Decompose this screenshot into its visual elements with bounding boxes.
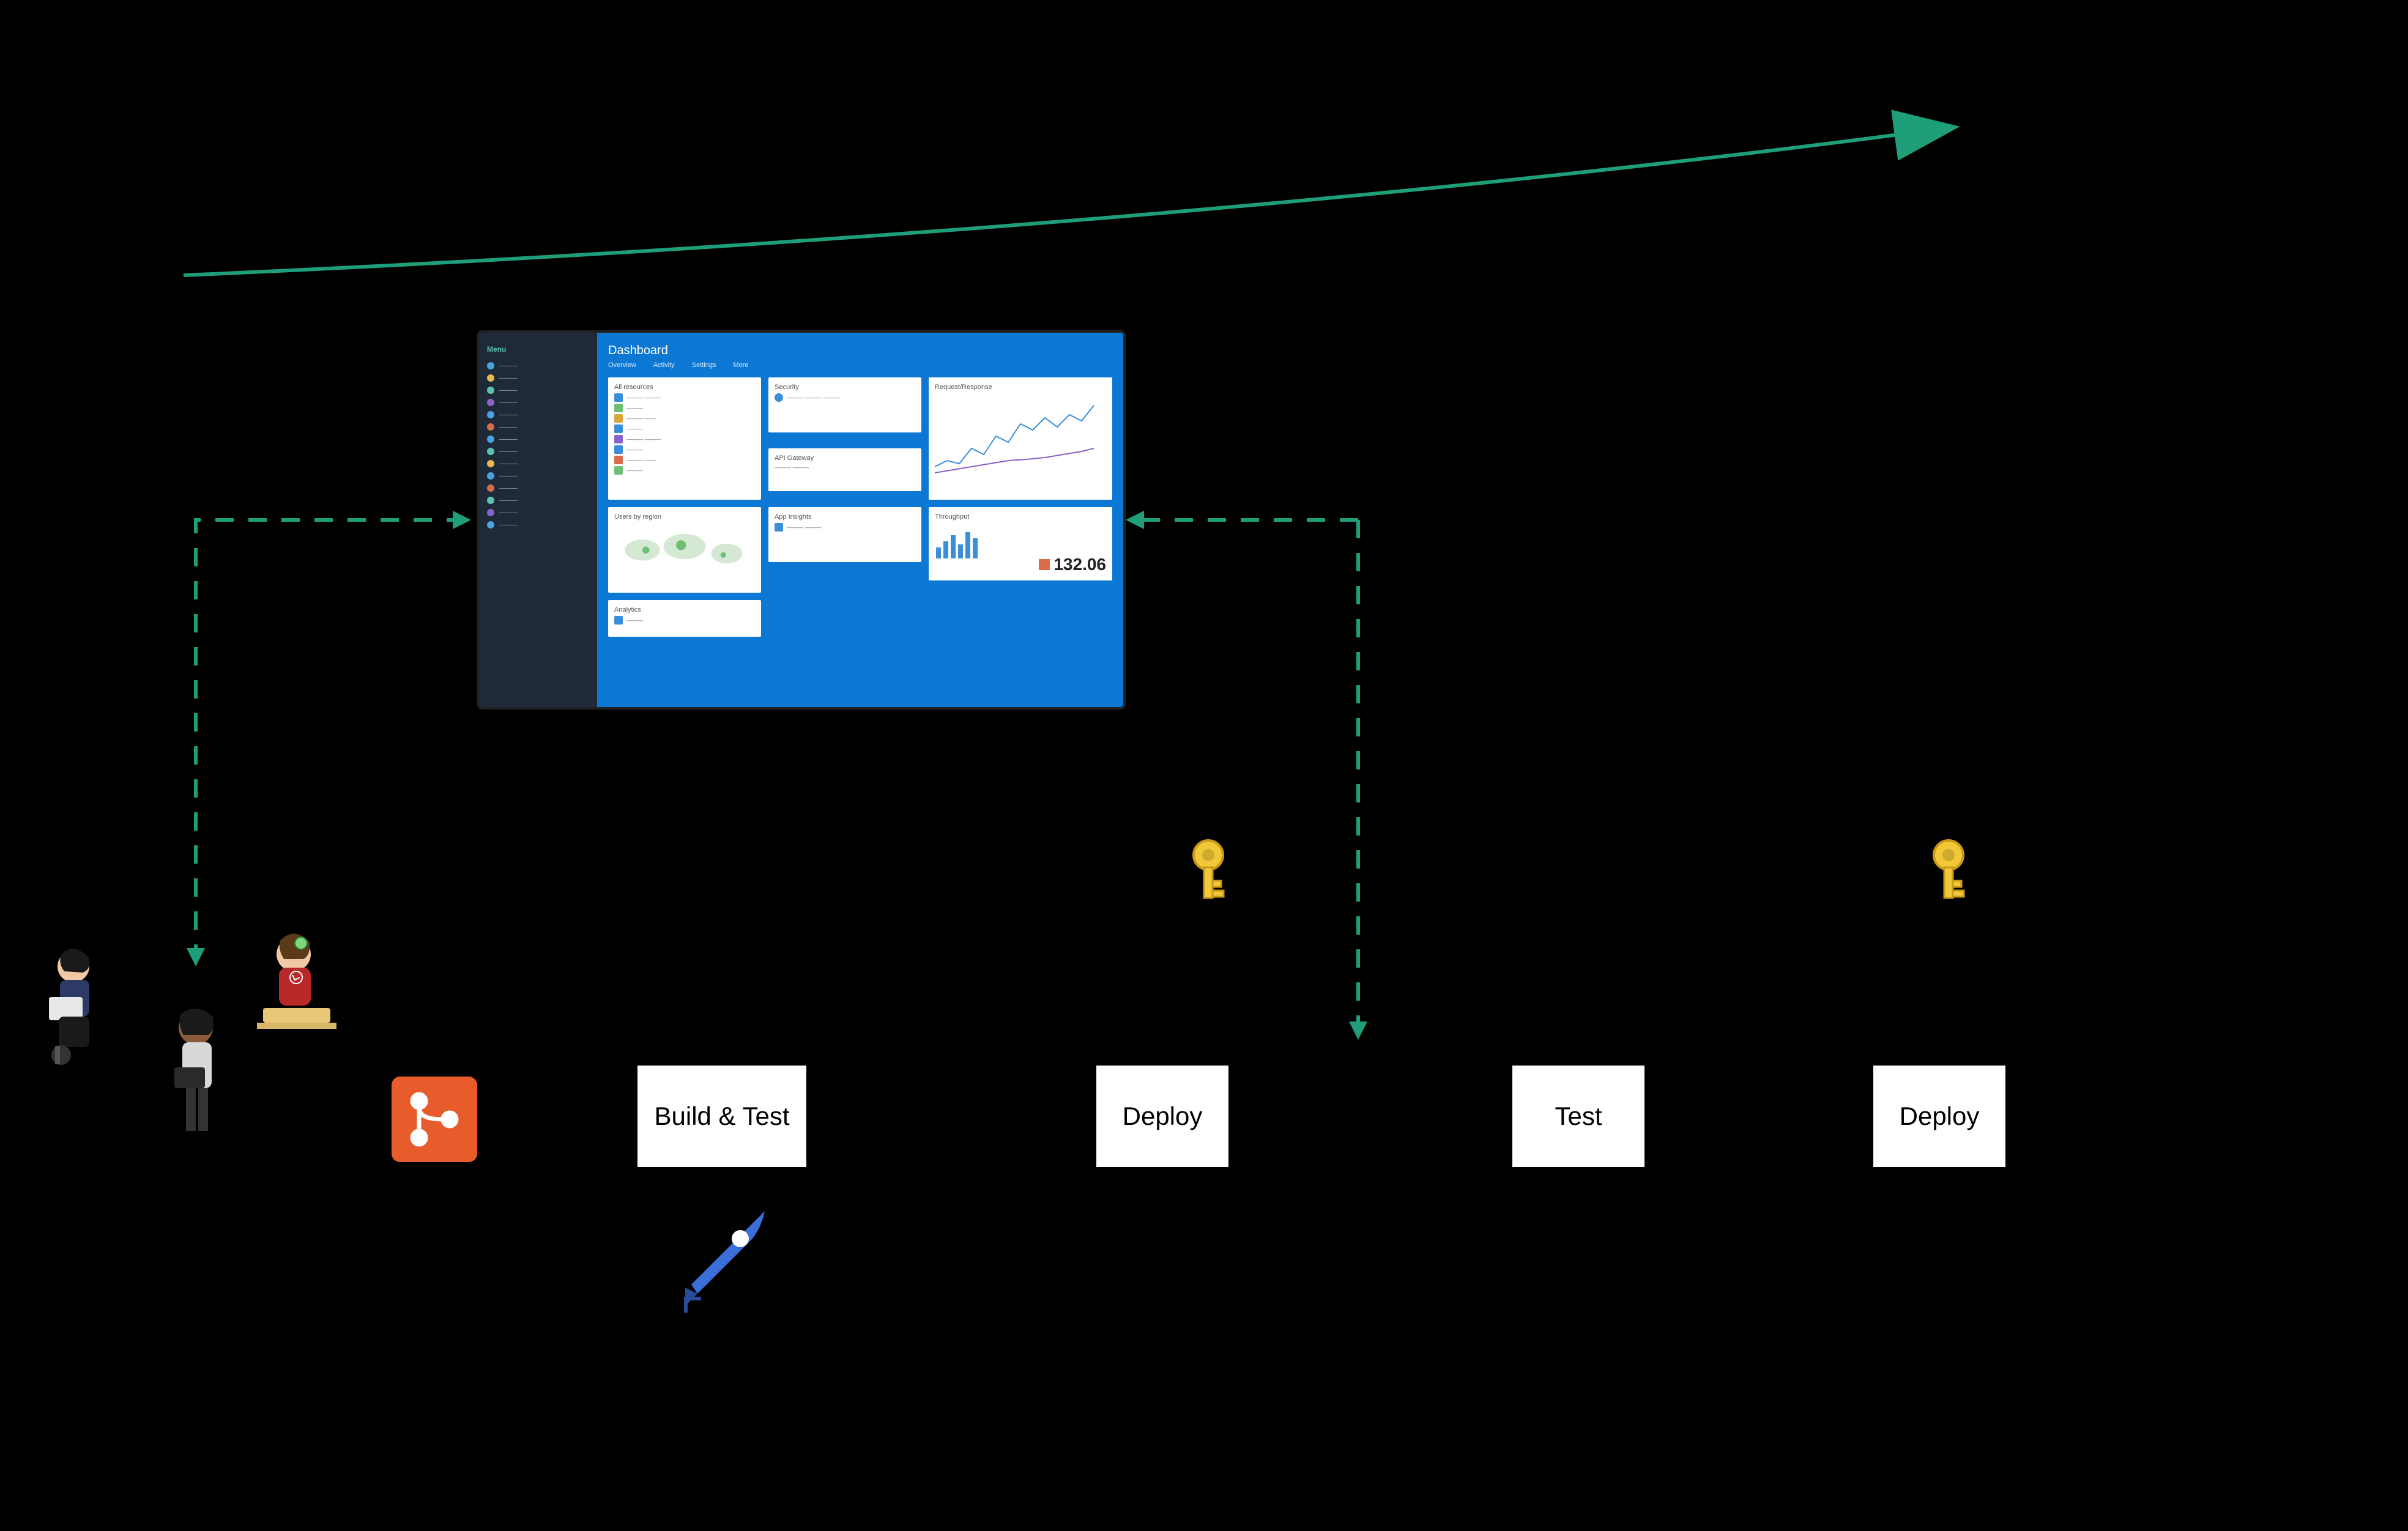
dashboard-sidebar: Menu ——— ——— ——— ——— ——— ——— ——— ——— ———… [480, 333, 597, 707]
azure-pipelines-icon [673, 1205, 771, 1315]
tile-appinsights: App Insights ——— ——— [768, 507, 921, 562]
tile-metric: Throughput 132.06 [929, 507, 1112, 580]
tile-title: Users by region [614, 513, 755, 521]
dashboard-tab: More [733, 361, 748, 369]
tile-title: API Gateway [775, 454, 915, 462]
dashboard-tab: Activity [653, 361, 675, 369]
dashboard-tabs: Overview Activity Settings More [608, 361, 1112, 369]
tile-security: Security ——— ——— ——— [768, 377, 921, 432]
dashboard-tab: Overview [608, 361, 636, 369]
tile-title: Request/Response [935, 384, 1106, 391]
stage-label: Deploy [1900, 1102, 1980, 1131]
tile-resources: All resources ——— ——— ——— ——— —— ——— ———… [608, 377, 761, 500]
tile-title: All resources [614, 384, 755, 391]
stage-label: Test [1555, 1102, 1602, 1131]
key-icon [1181, 838, 1236, 908]
git-icon [392, 1077, 477, 1162]
sidebar-heading: Menu [487, 345, 590, 354]
tile-users-map: Users by region [608, 507, 761, 593]
tile-api: API Gateway ——— ——— [768, 448, 921, 491]
tile-requests: Request/Response [929, 377, 1112, 500]
feedback-lines [0, 0, 2408, 1531]
stage-label: Build & Test [654, 1102, 789, 1131]
dashboard-title: Dashboard [608, 344, 1112, 358]
tile-title: App Insights [775, 513, 915, 521]
dashboard-tab: Settings [692, 361, 716, 369]
tile-title: Security [775, 384, 915, 391]
value-stream-arrow [0, 0, 2408, 1531]
tile-title: Throughput [935, 513, 1106, 521]
stage-test: Test [1511, 1064, 1646, 1168]
tile-analytics: Analytics ——— [608, 600, 761, 637]
key-icon [1921, 838, 1976, 908]
azure-dashboard-screenshot: Menu ——— ——— ——— ——— ——— ——— ——— ——— ———… [477, 330, 1126, 710]
stage-label: Deploy [1123, 1102, 1203, 1131]
dev-team [24, 930, 349, 1174]
stage-deploy-prod: Deploy [1872, 1064, 2007, 1168]
tile-title: Analytics [614, 606, 755, 614]
stage-deploy-qa: Deploy [1095, 1064, 1230, 1168]
stage-build-test: Build & Test [636, 1064, 808, 1168]
metric-value: 132.06 [1054, 555, 1106, 574]
